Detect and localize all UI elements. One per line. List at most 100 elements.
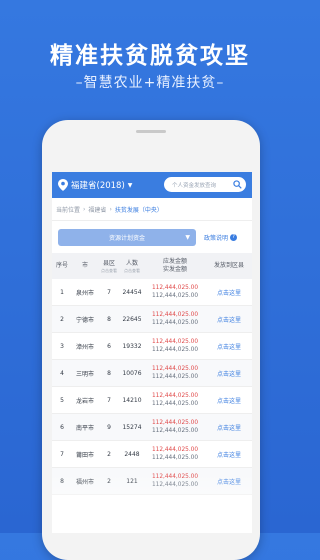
row-action-link[interactable]: 点击这里	[217, 398, 241, 405]
banner-subline: –智慧农业+精准扶贫–	[75, 75, 225, 91]
row-amount-paid: 112,444,025.00	[151, 293, 199, 299]
table-row: 1 泉州市 7 24454 112,444,025.00 112,444,025.00 点击…	[52, 279, 252, 306]
row-people-count[interactable]: 22645	[120, 305, 144, 333]
table-row: 6 南平市 9 15274 112,444,025.00 112,444,025.00 点击…	[52, 413, 252, 441]
app-screen: 福建省(2018) ▼ 个人资金发放查询 当前位置 › 福建省 › 扶贫发展（中…	[52, 172, 252, 533]
row-county-count[interactable]: 9	[98, 413, 120, 441]
policy-link[interactable]: 政策说明 ?	[204, 233, 238, 242]
dropdown-label: 资源计划资金	[108, 235, 145, 242]
row-city: 龙岩市	[72, 386, 98, 414]
fund-table: 序号 市 县区 点击查看 人数 点击查看 应发金额 实发金额 发放到区县 1 泉州…	[52, 253, 252, 495]
header-people-hint: 点击查看	[124, 267, 140, 273]
header-people[interactable]: 人数 点击查看	[120, 253, 144, 279]
row-county-count[interactable]: 7	[98, 279, 120, 306]
row-no: 5	[52, 386, 72, 414]
row-city: 宁德市	[72, 305, 98, 333]
province-selector[interactable]: 福建省(2018)	[71, 179, 125, 191]
bottom-fade	[52, 472, 252, 533]
header-county-label: 县区	[102, 259, 115, 267]
app-header: 福建省(2018) ▼ 个人资金发放查询	[52, 172, 252, 198]
header-city: 市	[72, 253, 98, 279]
row-no: 4	[52, 359, 72, 387]
row-amount-due: 112,444,025.00	[151, 339, 199, 345]
table-row: 4 三明市 8 10076 112,444,025.00 112,444,025.00 点击…	[52, 359, 252, 387]
row-county-count[interactable]: 6	[98, 332, 120, 360]
row-amount: 112,444,025.00 112,444,025.00	[144, 440, 206, 468]
row-no: 2	[52, 305, 72, 333]
table-header-row: 序号 市 县区 点击查看 人数 点击查看 应发金额 实发金额 发放到区县	[52, 253, 252, 279]
row-amount: 112,444,025.00 112,444,025.00	[144, 359, 206, 387]
header-amount-due: 应发金额	[162, 258, 187, 265]
row-people-count[interactable]: 19332	[120, 332, 144, 360]
row-county-count[interactable]: 8	[98, 305, 120, 333]
breadcrumb-separator-icon: ›	[83, 205, 86, 213]
header-no: 序号	[52, 253, 72, 279]
row-people-count[interactable]: 14210	[120, 386, 144, 414]
row-action-link[interactable]: 点击这里	[217, 317, 241, 324]
row-action-link[interactable]: 点击这里	[217, 290, 241, 297]
row-amount: 112,444,025.00 112,444,025.00	[144, 305, 206, 333]
row-action-link[interactable]: 点击这里	[217, 344, 241, 351]
row-amount-due: 112,444,025.00	[151, 366, 199, 372]
row-amount-paid: 112,444,025.00	[151, 401, 199, 407]
header-county-hint: 点击查看	[101, 267, 117, 273]
phone-speaker	[136, 130, 166, 133]
row-amount-paid: 112,444,025.00	[151, 428, 199, 434]
row-county-count[interactable]: 2	[98, 440, 120, 468]
header-release: 发放到区县	[206, 253, 252, 279]
row-action[interactable]: 点击这里	[206, 359, 252, 387]
header-amount: 应发金额 实发金额	[144, 253, 206, 279]
breadcrumb-province[interactable]: 福建省	[88, 205, 106, 214]
row-action[interactable]: 点击这里	[206, 413, 252, 441]
row-people-count[interactable]: 15274	[120, 413, 144, 441]
search-input[interactable]: 个人资金发放查询	[164, 177, 246, 192]
row-city: 三明市	[72, 359, 98, 387]
row-action-link[interactable]: 点击这里	[217, 371, 241, 378]
location-pin-icon	[58, 179, 68, 191]
row-amount-due: 112,444,025.00	[151, 312, 199, 318]
row-amount-due: 112,444,025.00	[151, 393, 199, 399]
row-amount: 112,444,025.00 112,444,025.00	[144, 413, 206, 441]
row-amount-due: 112,444,025.00	[151, 285, 199, 291]
row-action-link[interactable]: 点击这里	[217, 425, 241, 432]
row-city: 南平市	[72, 413, 98, 441]
row-no: 7	[52, 440, 72, 468]
breadcrumb-home[interactable]: 当前位置	[56, 205, 80, 214]
row-action-link[interactable]: 点击这里	[217, 452, 241, 459]
fund-type-dropdown[interactable]: 资源计划资金 ▼	[58, 229, 196, 246]
row-city: 漳州市	[72, 332, 98, 360]
row-amount-due: 112,444,025.00	[151, 447, 199, 453]
row-action[interactable]: 点击这里	[206, 332, 252, 360]
filter-row: 资源计划资金 ▼ 政策说明 ?	[52, 221, 252, 253]
help-icon: ?	[230, 234, 238, 241]
row-amount: 112,444,025.00 112,444,025.00	[144, 332, 206, 360]
row-action[interactable]: 点击这里	[206, 305, 252, 333]
row-action[interactable]: 点击这里	[206, 440, 252, 468]
row-no: 6	[52, 413, 72, 441]
row-amount-paid: 112,444,025.00	[151, 455, 199, 461]
row-no: 1	[52, 279, 72, 306]
row-county-count[interactable]: 8	[98, 359, 120, 387]
row-no: 3	[52, 332, 72, 360]
row-amount-paid: 112,444,025.00	[151, 347, 199, 353]
row-city: 泉州市	[72, 279, 98, 306]
row-amount: 112,444,025.00 112,444,025.00	[144, 279, 206, 306]
row-people-count[interactable]: 24454	[120, 279, 144, 306]
breadcrumb-separator-icon: ›	[109, 205, 112, 213]
search-placeholder: 个人资金发放查询	[172, 182, 217, 189]
row-action[interactable]: 点击这里	[206, 279, 252, 306]
header-county[interactable]: 县区 点击查看	[98, 253, 120, 279]
row-people-count[interactable]: 10076	[120, 359, 144, 387]
row-amount-paid: 112,444,025.00	[151, 374, 199, 380]
search-icon[interactable]	[233, 180, 242, 189]
table-row: 7 莆田市 2 2448 112,444,025.00 112,444,025.00 点击这…	[52, 440, 252, 468]
row-county-count[interactable]: 7	[98, 386, 120, 414]
breadcrumb: 当前位置 › 福建省 › 扶贫发展（中央）	[52, 198, 252, 221]
banner-headline: 精准扶贫脱贫攻坚	[50, 43, 250, 69]
row-people-count[interactable]: 2448	[120, 440, 144, 468]
table-row: 5 龙岩市 7 14210 112,444,025.00 112,444,025.00 点击…	[52, 386, 252, 414]
chevron-down-icon[interactable]: ▼	[128, 182, 133, 189]
row-amount: 112,444,025.00 112,444,025.00	[144, 386, 206, 414]
row-action[interactable]: 点击这里	[206, 386, 252, 414]
row-amount-due: 112,444,025.00	[151, 420, 199, 426]
